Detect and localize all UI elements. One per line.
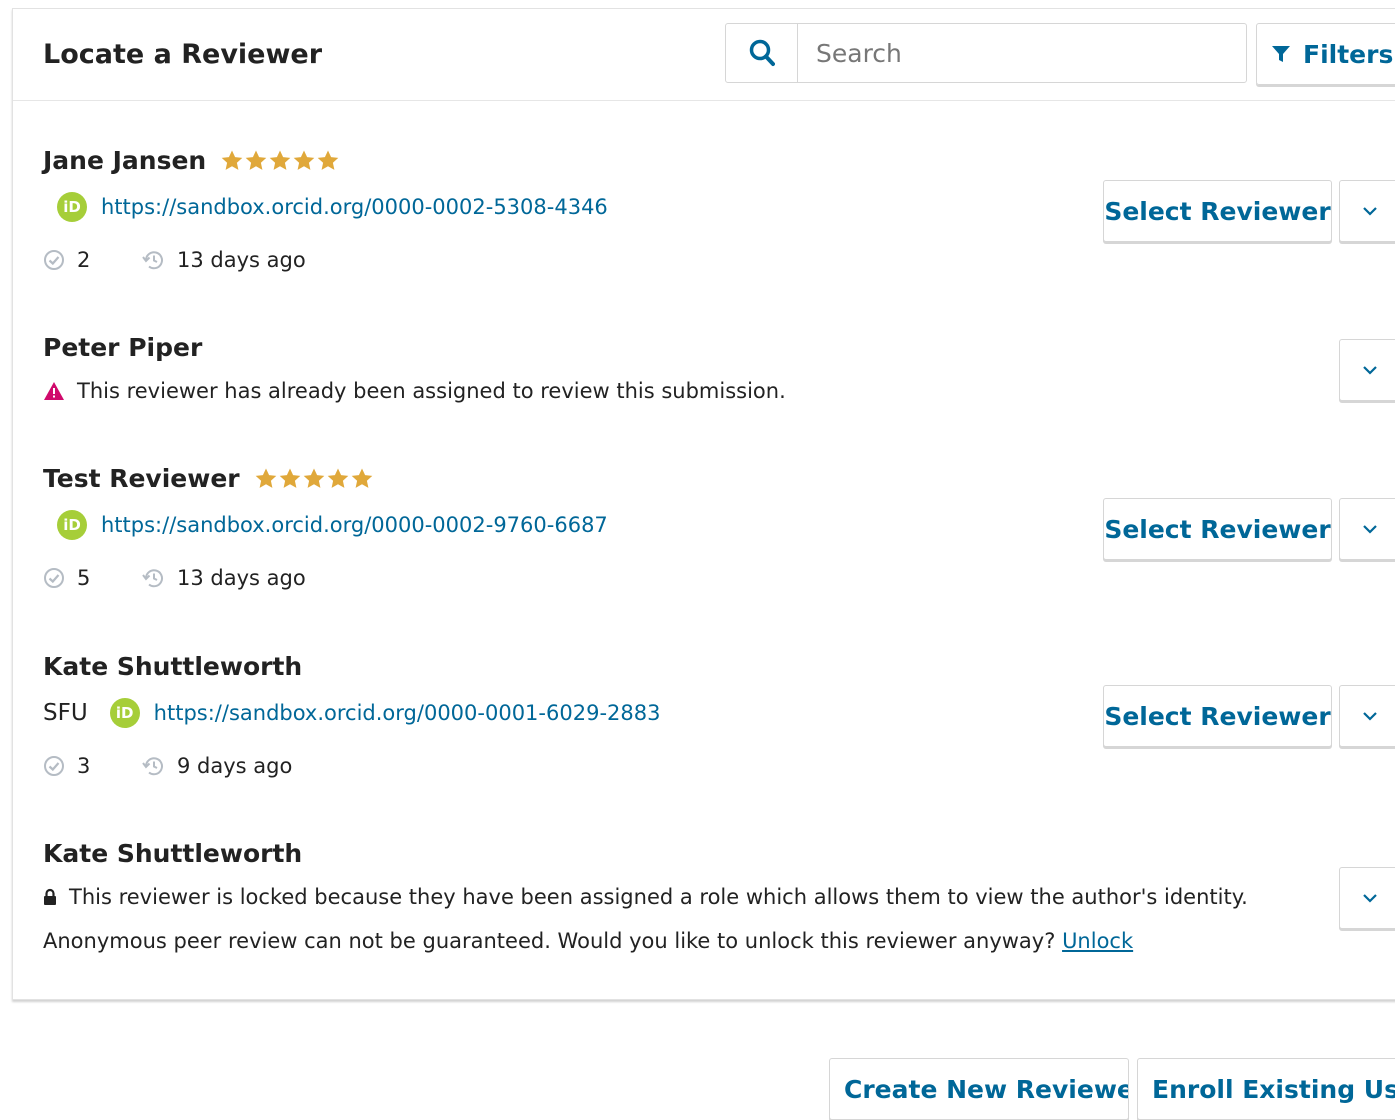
lock-icon [43, 888, 57, 906]
expand-button[interactable] [1339, 498, 1395, 560]
completed-count: 5 [77, 566, 91, 590]
star-icon [255, 468, 276, 488]
filter-icon [1271, 44, 1291, 64]
orcid-link[interactable]: https://sandbox.orcid.org/0000-0002-5308… [101, 195, 608, 219]
assigned-notice: This reviewer has already been assigned … [43, 379, 786, 403]
completed-count: 3 [77, 754, 91, 778]
reviewer-meta: 3 9 days ago [43, 754, 292, 778]
select-reviewer-button[interactable]: Select Reviewer [1103, 685, 1332, 747]
history-icon [141, 249, 165, 271]
select-reviewer-button[interactable]: Select Reviewer [1103, 180, 1332, 242]
chevron-down-icon [1363, 366, 1377, 375]
check-circle-icon [43, 567, 65, 589]
orcid-line: SFU iD https://sandbox.orcid.org/0000-00… [43, 698, 660, 728]
star-icon [245, 150, 267, 170]
expand-button[interactable] [1339, 180, 1395, 242]
search-button[interactable] [726, 24, 798, 82]
search-icon [749, 39, 775, 66]
star-icon [303, 468, 324, 488]
orcid-line: iD https://sandbox.orcid.org/0000-0002-9… [57, 510, 608, 540]
orcid-link[interactable]: https://sandbox.orcid.org/0000-0001-6029… [154, 701, 661, 725]
star-icon [293, 150, 315, 170]
star-icon [269, 150, 291, 170]
last-activity: 9 days ago [177, 754, 293, 778]
search-box [725, 23, 1247, 83]
filters-button[interactable]: Filters [1256, 23, 1395, 85]
chevron-down-icon [1363, 712, 1377, 721]
history-icon [141, 755, 165, 777]
reviewer-name: Test Reviewer [43, 464, 374, 493]
rating-stars [220, 149, 340, 173]
reviewer-name: Kate Shuttleworth [43, 652, 303, 681]
reviewer-name: Jane Jansen [43, 146, 340, 175]
last-activity: 13 days ago [177, 566, 306, 590]
orcid-line: iD https://sandbox.orcid.org/0000-0002-5… [57, 192, 608, 222]
panel-title: Locate a Reviewer [43, 39, 323, 70]
reviewer-meta: 5 13 days ago [43, 566, 306, 590]
chevron-down-icon [1363, 525, 1377, 534]
chevron-down-icon [1363, 207, 1377, 216]
enroll-existing-user-button[interactable]: Enroll Existing User [1137, 1058, 1395, 1120]
expand-button[interactable] [1339, 867, 1395, 929]
orcid-icon: iD [109, 698, 140, 728]
check-circle-icon [43, 755, 65, 777]
search-input[interactable] [798, 24, 1238, 82]
unlock-link[interactable]: Unlock [1062, 929, 1133, 953]
check-circle-icon [43, 249, 65, 271]
star-icon [327, 468, 348, 488]
create-new-reviewer-button[interactable]: Create New Reviewer [829, 1058, 1129, 1120]
star-icon [351, 468, 372, 488]
locked-notice: This reviewer is locked because they hav… [43, 885, 1248, 909]
reviewer-name: Peter Piper [43, 333, 203, 362]
star-icon [221, 150, 243, 170]
history-icon [141, 567, 165, 589]
star-icon [317, 150, 339, 170]
last-activity: 13 days ago [177, 248, 306, 272]
orcid-icon: iD [57, 192, 87, 222]
reviewer-meta: 2 13 days ago [43, 248, 306, 272]
star-icon [279, 468, 300, 488]
select-reviewer-button[interactable]: Select Reviewer [1103, 498, 1332, 560]
orcid-link[interactable]: https://sandbox.orcid.org/0000-0002-9760… [101, 513, 608, 537]
rating-stars [254, 467, 374, 491]
warning-icon [43, 381, 65, 401]
reviewer-name: Kate Shuttleworth [43, 839, 303, 868]
completed-count: 2 [77, 248, 91, 272]
reviewer-panel: Locate a Reviewer Filters Jane Jansen [12, 8, 1395, 1000]
unlock-prompt: Anonymous peer review can not be guarant… [43, 929, 1134, 953]
filters-label: Filters [1303, 39, 1394, 69]
chevron-down-icon [1363, 894, 1377, 903]
expand-button[interactable] [1339, 685, 1395, 747]
orcid-icon: iD [57, 510, 87, 540]
reviewer-affiliation: SFU [43, 700, 88, 726]
panel-header: Locate a Reviewer Filters [13, 9, 1395, 101]
expand-button[interactable] [1339, 339, 1395, 401]
